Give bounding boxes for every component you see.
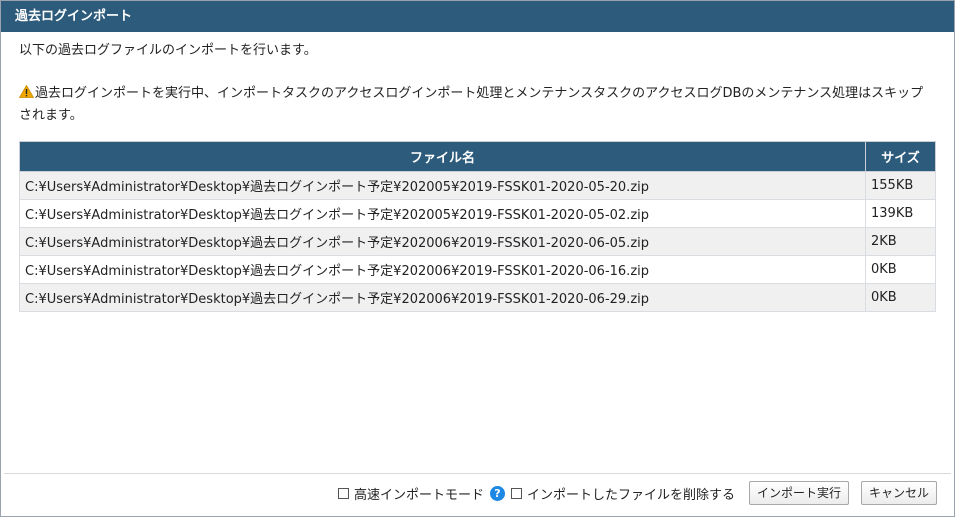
delete-files-label[interactable]: インポートしたファイルを削除する (527, 484, 735, 503)
delete-files-option[interactable]: インポートしたファイルを削除する (510, 484, 735, 503)
warning-icon (19, 85, 34, 98)
file-name-cell: C:¥Users¥Administrator¥Desktop¥過去ログインポート… (19, 283, 866, 312)
file-name-cell: C:¥Users¥Administrator¥Desktop¥過去ログインポート… (19, 255, 866, 284)
file-name-cell: C:¥Users¥Administrator¥Desktop¥過去ログインポート… (19, 227, 866, 256)
dialog-content: 以下の過去ログファイルのインポートを行います。 過去ログインポートを実行中、イン… (1, 42, 954, 312)
warning-message: 過去ログインポートを実行中、インポートタスクのアクセスログインポート処理とメンテ… (19, 83, 935, 127)
footer-controls: 高速インポートモード ? インポートしたファイルを削除する インポート実行 キャ… (337, 481, 937, 505)
cancel-button[interactable]: キャンセル (860, 481, 937, 505)
table-row[interactable]: C:¥Users¥Administrator¥Desktop¥過去ログインポート… (19, 227, 936, 256)
file-name-cell: C:¥Users¥Administrator¥Desktop¥過去ログインポート… (19, 171, 866, 200)
delete-files-checkbox[interactable] (510, 487, 522, 499)
file-size-cell: 0KB (865, 255, 936, 284)
file-size-cell: 139KB (865, 199, 936, 228)
column-header-filename[interactable]: ファイル名 (19, 141, 866, 172)
intro-text: 以下の過去ログファイルのインポートを行います。 (19, 43, 317, 58)
dialog-footer: 高速インポートモード ? インポートしたファイルを削除する インポート実行 キャ… (4, 473, 951, 516)
import-execute-button[interactable]: インポート実行 (748, 481, 849, 505)
help-icon[interactable]: ? (489, 485, 505, 501)
file-size-cell: 2KB (865, 227, 936, 256)
file-size-cell: 155KB (865, 171, 936, 200)
dialog-title: 過去ログインポート (1, 1, 954, 32)
fast-mode-option[interactable]: 高速インポートモード (337, 484, 484, 503)
fast-mode-label[interactable]: 高速インポートモード (354, 484, 484, 503)
column-header-size[interactable]: サイズ (865, 141, 936, 172)
import-dialog: 過去ログインポート 以下の過去ログファイルのインポートを行います。 過去ログイン… (0, 0, 955, 517)
warning-text: 過去ログインポートを実行中、インポートタスクのアクセスログインポート処理とメンテ… (19, 86, 924, 123)
fast-mode-checkbox[interactable] (337, 487, 349, 499)
table-header-row: ファイル名 サイズ (19, 141, 936, 172)
table-row[interactable]: C:¥Users¥Administrator¥Desktop¥過去ログインポート… (19, 255, 936, 284)
table-row[interactable]: C:¥Users¥Administrator¥Desktop¥過去ログインポート… (19, 171, 936, 200)
file-name-cell: C:¥Users¥Administrator¥Desktop¥過去ログインポート… (19, 199, 866, 228)
file-size-cell: 0KB (865, 283, 936, 312)
file-table: ファイル名 サイズ C:¥Users¥Administrator¥Desktop… (19, 141, 936, 312)
table-row[interactable]: C:¥Users¥Administrator¥Desktop¥過去ログインポート… (19, 199, 936, 228)
table-row[interactable]: C:¥Users¥Administrator¥Desktop¥過去ログインポート… (19, 283, 936, 312)
